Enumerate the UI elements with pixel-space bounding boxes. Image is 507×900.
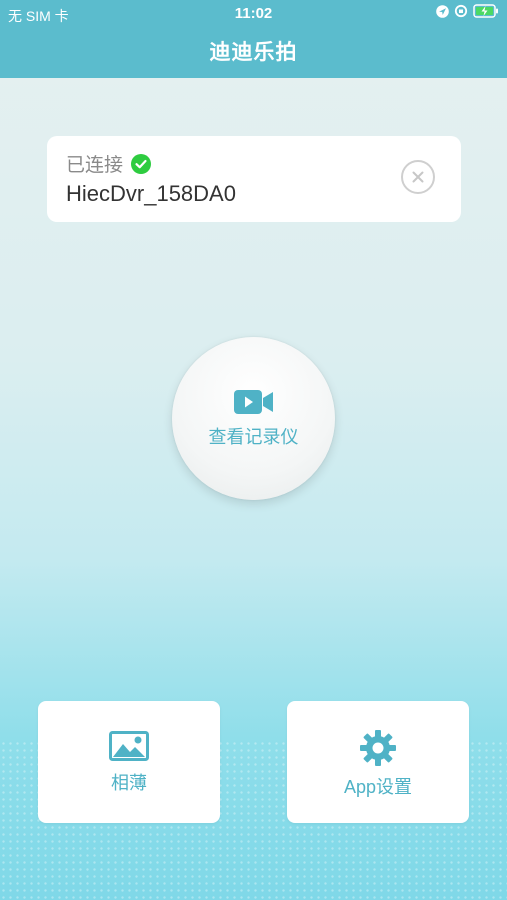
page-title: 迪迪乐拍 [209, 41, 298, 64]
gear-icon [359, 729, 397, 772]
location-icon [436, 4, 449, 21]
album-button[interactable]: 相薄 [38, 701, 220, 823]
connection-status-label: 已连接 [66, 155, 124, 176]
view-recorder-button[interactable]: 查看记录仪 [172, 337, 335, 500]
view-recorder-label: 查看记录仪 [208, 427, 299, 447]
clock: 11:02 [234, 5, 273, 22]
disconnect-button[interactable] [401, 160, 435, 194]
app-settings-label: App设置 [343, 777, 413, 797]
device-name: HiecDvr_158DA0 [66, 181, 236, 206]
app-settings-button[interactable]: App设置 [287, 701, 469, 823]
connection-status: 已连接 [66, 150, 152, 177]
video-camera-icon [234, 389, 274, 420]
check-icon [131, 153, 152, 174]
orientation-lock-icon [454, 4, 468, 21]
connection-card: 已连接 HiecDvr_158DA0 [47, 136, 461, 222]
battery-charging-icon [473, 4, 499, 21]
album-label: 相薄 [111, 773, 147, 793]
status-icons [436, 4, 499, 21]
top-bar: 无 SIM 卡 11:02 迪迪乐拍 [0, 0, 507, 78]
status-bar: 无 SIM 卡 11:02 [0, 0, 507, 28]
image-icon [109, 731, 149, 766]
close-icon [412, 171, 424, 183]
